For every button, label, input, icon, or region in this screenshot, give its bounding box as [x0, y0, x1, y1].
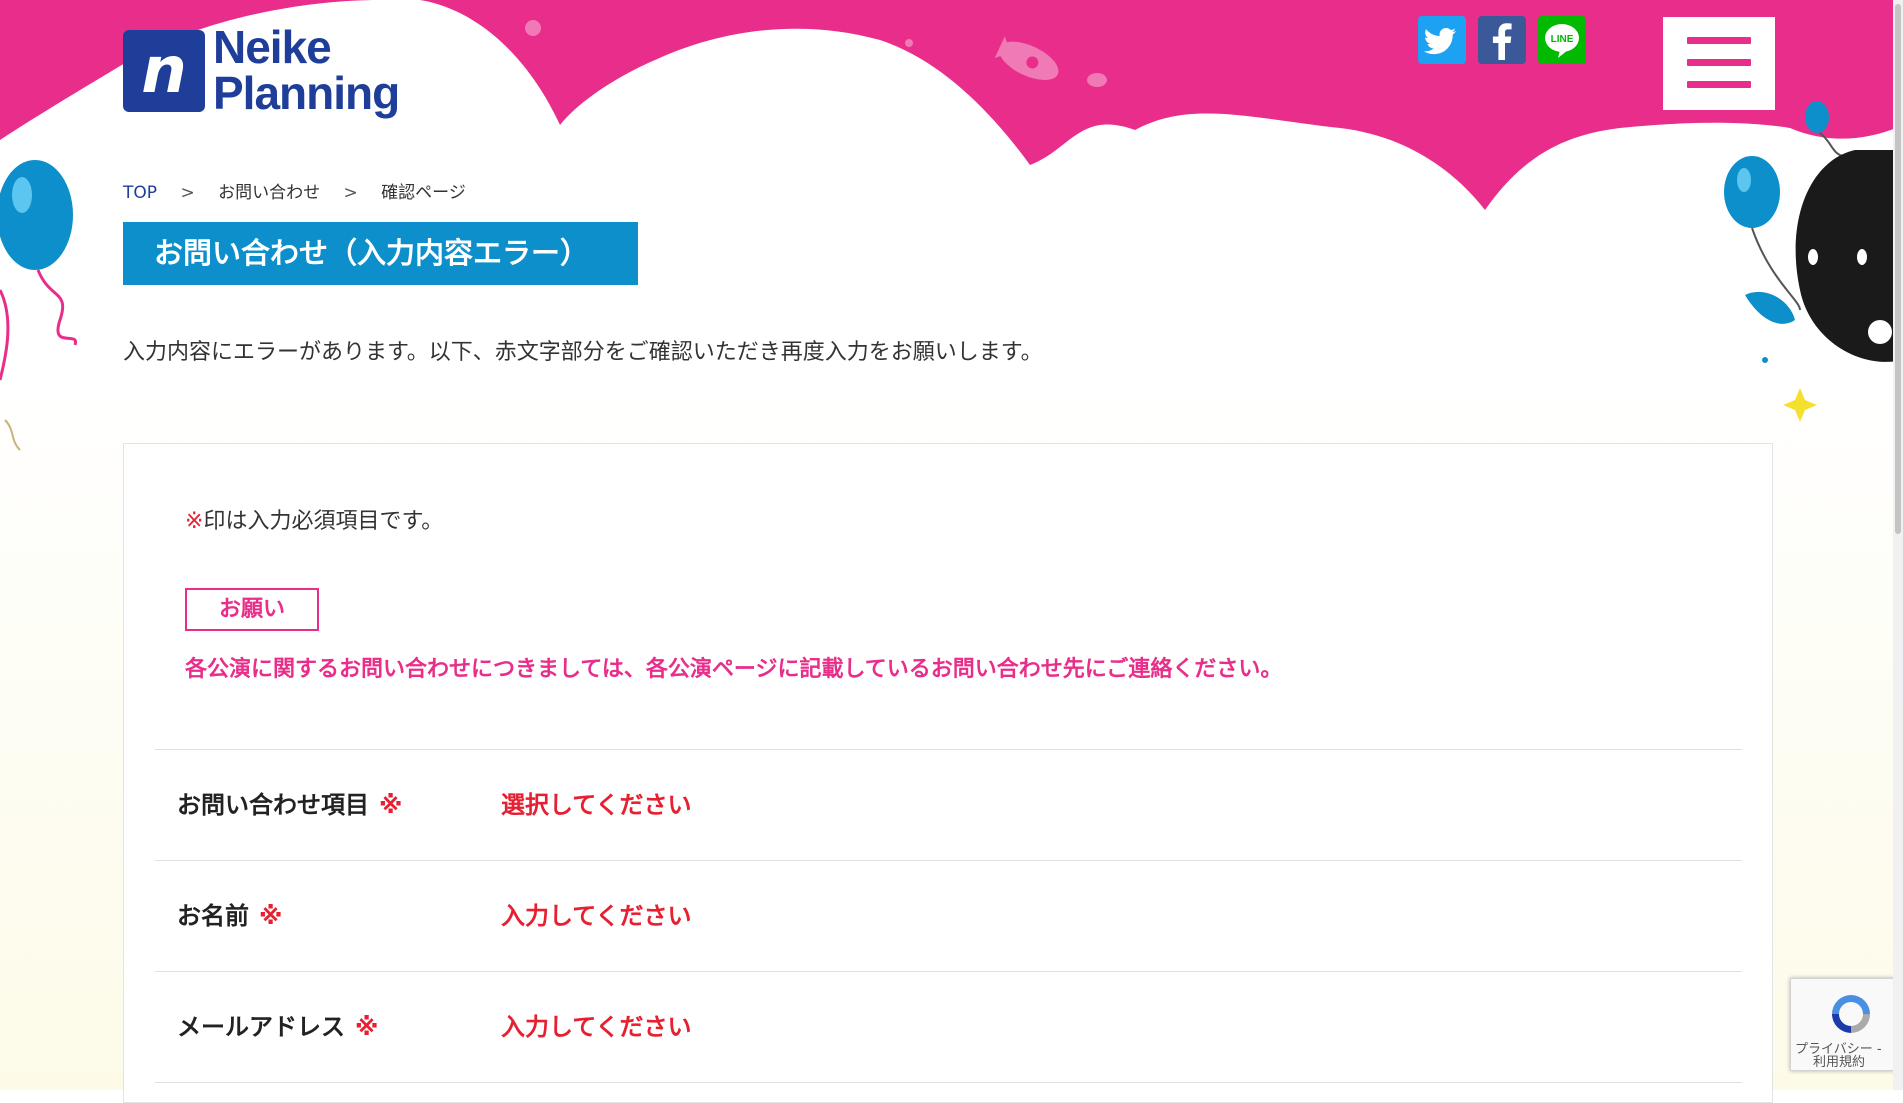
required-note: ※印は入力必須項目です。 [185, 509, 444, 534]
scrollbar[interactable] [1893, 0, 1903, 1090]
form-row-divider [155, 1082, 1742, 1102]
notice-badge: お願い [185, 588, 319, 631]
line-icon[interactable]: LINE [1538, 16, 1586, 64]
breadcrumb-separator: > [180, 183, 195, 203]
site-logo[interactable]: n Neike Planning [123, 20, 426, 123]
page-title-bar: お問い合わせ（入力内容エラー） [123, 222, 638, 285]
breadcrumb-top-link[interactable]: TOP [123, 183, 157, 203]
recaptcha-badge[interactable]: プライバシー - 利用規約 [1790, 978, 1903, 1071]
form-row-email: メールアドレス ※ 入力してください [155, 971, 1742, 1082]
logo-mark: n [123, 30, 205, 112]
form-row-name: お名前 ※ 入力してください [155, 860, 1742, 971]
field-error: 入力してください [501, 902, 692, 930]
svg-text:LINE: LINE [1551, 34, 1574, 45]
field-label: お問い合わせ項目 ※ [177, 791, 403, 819]
hamburger-menu-icon[interactable] [1663, 17, 1775, 110]
field-error: 選択してください [501, 791, 692, 819]
breadcrumb-contact[interactable]: お問い合わせ [218, 183, 320, 203]
contact-form-panel: ※印は入力必須項目です。 お願い 各公演に関するお問い合わせにつきましては、各公… [123, 443, 1773, 1103]
logo-wordmark: Neike Planning [213, 21, 400, 119]
facebook-icon[interactable] [1478, 16, 1526, 64]
field-label: お名前 ※ [177, 902, 283, 930]
breadcrumb-separator: > [343, 183, 358, 203]
required-mark: ※ [185, 509, 204, 534]
notice-text: 各公演に関するお問い合わせにつきましては、各公演ページに記載しているお問い合わせ… [185, 657, 1283, 682]
recaptcha-icon [1832, 995, 1870, 1033]
twitter-icon[interactable] [1418, 16, 1466, 64]
field-error: 入力してください [501, 1013, 692, 1041]
breadcrumb-current: 確認ページ [381, 183, 466, 203]
form-row-inquiry-type: お問い合わせ項目 ※ 選択してください [155, 749, 1742, 860]
breadcrumb: TOP > お問い合わせ > 確認ページ [123, 178, 466, 203]
scrollbar-thumb[interactable] [1895, 4, 1901, 534]
field-label: メールアドレス ※ [177, 1013, 379, 1041]
character-illustration [1724, 101, 1903, 422]
error-intro-text: 入力内容にエラーがあります。以下、赤文字部分をご確認いただき再度入力をお願いしま… [123, 340, 1043, 365]
recaptcha-links[interactable]: プライバシー - 利用規約 [1795, 1043, 1882, 1069]
page-title: お問い合わせ（入力内容エラー） [154, 236, 590, 270]
balloon-left-icon [0, 160, 78, 451]
